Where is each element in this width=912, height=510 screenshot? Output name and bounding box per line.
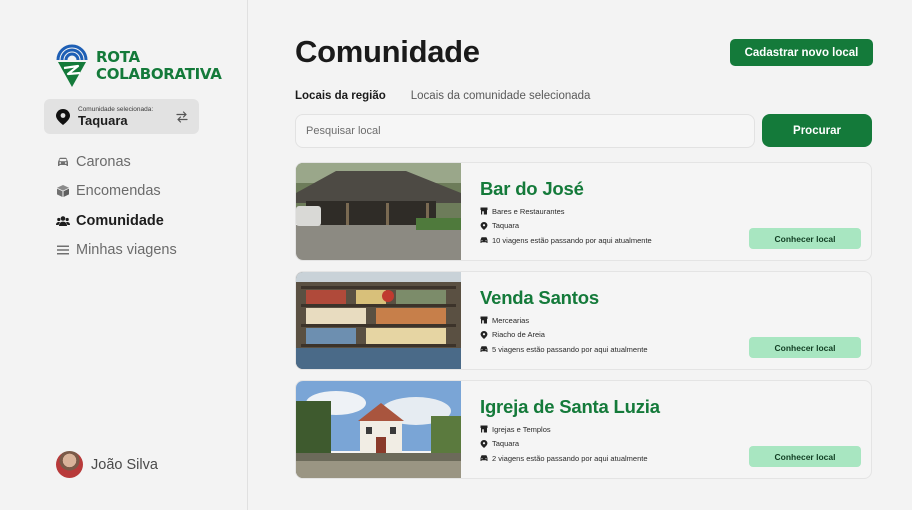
community-selector[interactable]: Comunidade selecionada: Taquara (44, 99, 199, 134)
user-profile[interactable]: João Silva (56, 451, 158, 478)
place-trips: 5 viagens estão passando por aqui atualm… (480, 342, 648, 357)
place-photo (296, 272, 461, 369)
place-card[interactable]: Venda Santos Mercearias Riacho de Areia … (295, 271, 872, 370)
nav-item-minhas-viagens[interactable]: Minhas viagens (56, 236, 177, 266)
nav-item-label: Minhas viagens (76, 242, 177, 259)
tab-locais-da-comunidade[interactable]: Locais da comunidade selecionada (411, 90, 591, 102)
place-category: Bares e Restaurantes (480, 204, 652, 219)
nav-item-label: Encomendas (76, 183, 161, 200)
know-place-button[interactable]: Conhecer local (749, 228, 861, 249)
user-name: João Silva (91, 456, 158, 473)
place-category: Mercearias (480, 313, 648, 328)
nav-item-label: Caronas (76, 153, 131, 170)
place-category: Igrejas e Templos (480, 422, 660, 437)
map-pin-icon (480, 221, 488, 230)
nav-item-caronas[interactable]: Caronas (56, 147, 177, 177)
nav-item-encomendas[interactable]: Encomendas (56, 177, 177, 207)
place-card[interactable]: Igreja de Santa Luzia Igrejas e Templos … (295, 380, 872, 479)
car-icon (480, 237, 488, 244)
search-input[interactable] (295, 114, 755, 148)
nav-item-comunidade[interactable]: Comunidade (56, 206, 177, 236)
add-place-button[interactable]: Cadastrar novo local (730, 39, 873, 66)
swap-icon[interactable] (175, 110, 189, 124)
search-button[interactable]: Procurar (762, 114, 872, 147)
place-location: Riacho de Areia (480, 328, 648, 343)
map-pin-icon (56, 108, 70, 125)
menu-icon (57, 245, 69, 255)
place-card[interactable]: Bar do José Bares e Restaurantes Taquara… (295, 162, 872, 261)
place-name: Bar do José (480, 178, 584, 199)
community-name: Taquara (78, 112, 128, 128)
car-icon (58, 157, 68, 166)
brand-logo[interactable]: ROTA COLABORATIVA (56, 44, 222, 88)
know-place-button[interactable]: Conhecer local (749, 446, 861, 467)
know-place-button[interactable]: Conhecer local (749, 337, 861, 358)
sidebar: ROTA COLABORATIVA Comunidade selecionada… (0, 0, 248, 510)
place-location: Taquara (480, 437, 660, 452)
nav-item-label: Comunidade (76, 212, 164, 229)
store-icon (480, 425, 488, 433)
store-icon (480, 316, 488, 324)
store-icon (480, 207, 488, 215)
place-name: Venda Santos (480, 287, 599, 308)
tab-locais-da-regiao[interactable]: Locais da região (295, 90, 386, 102)
place-trips: 10 viagens estão passando por aqui atual… (480, 233, 652, 248)
place-photo (296, 163, 461, 260)
sidebar-nav: Caronas Encomendas Comunidade Minhas via… (56, 147, 177, 265)
tabs: Locais da região Locais da comunidade se… (295, 90, 590, 102)
page-title: Comunidade (295, 34, 480, 69)
avatar (56, 451, 83, 478)
main-content: Comunidade Cadastrar novo local Locais d… (248, 0, 912, 510)
car-icon (480, 346, 488, 353)
brand-name: ROTA COLABORATIVA (96, 48, 222, 83)
map-pin-icon (480, 439, 488, 448)
place-photo (296, 381, 461, 478)
box-icon (57, 185, 69, 198)
car-icon (480, 455, 488, 462)
place-name: Igreja de Santa Luzia (480, 396, 660, 417)
place-location: Taquara (480, 219, 652, 234)
place-trips: 2 viagens estão passando por aqui atualm… (480, 451, 660, 466)
map-pin-icon (480, 330, 488, 339)
users-icon (56, 215, 70, 226)
logo-icon (56, 44, 88, 87)
